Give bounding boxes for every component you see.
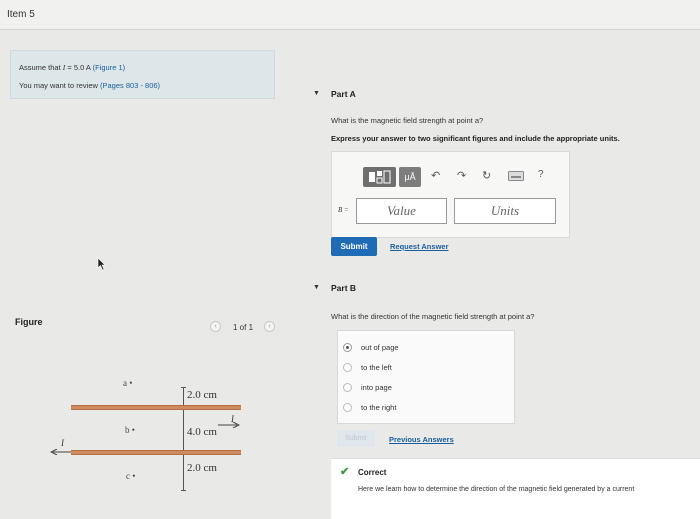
choice-to-the-left[interactable]: to the left [343,361,392,373]
next-figure-button[interactable]: › [264,321,275,332]
help-icon[interactable]: ? [538,169,544,180]
answer-input-panel: μÅ ↶ ↷ ↻ ? B = Value Units [331,151,570,238]
point-a-label: a • [123,378,133,388]
correct-label: Correct [358,468,387,477]
point-c-label: c • [126,471,136,481]
intro-line-1: Assume that I = 5.0 A (Figure 1) [19,63,125,72]
radio[interactable] [343,402,352,412]
feedback-panel: ✔ Correct Here we learn how to determine… [331,458,700,519]
checkmark-icon: ✔ [340,466,350,478]
intro-text: Assume that [19,63,63,72]
dimension-tick [181,387,186,388]
intro-box: Assume that I = 5.0 A (Figure 1) You may… [10,50,275,99]
b-variable-label: B = [338,206,349,214]
undo-icon[interactable]: ↶ [431,169,440,182]
pages-link[interactable]: (Pages 803 - 806) [100,81,160,90]
figure-pager: 1 of 1 [233,323,254,332]
redo-icon[interactable]: ↷ [457,169,466,182]
direction-choices: out of page to the left into page to the… [337,330,515,424]
part-b-submit-button[interactable]: Submit [337,430,375,447]
mouse-cursor-icon [97,257,106,271]
right-arrow-icon [218,422,240,428]
dimension-line [183,387,184,490]
radio-selected[interactable] [343,342,352,352]
item-title: Item 5 [7,9,35,20]
prev-figure-button[interactable]: ‹ [210,321,221,332]
keyboard-icon[interactable] [508,171,524,181]
request-answer-link[interactable]: Request Answer [390,242,449,251]
intro-line-2: You may want to review (Pages 803 - 806) [19,81,160,90]
part-b-collapse-icon[interactable]: ▼ [313,284,320,291]
previous-answers-link[interactable]: Previous Answers [389,435,454,444]
value-input[interactable]: Value [356,198,447,224]
radio[interactable] [343,362,352,372]
wire-diagram: a • b • c • 2.0 cm I 4.0 cm I 2.0 cm [40,370,270,491]
reset-icon[interactable]: ↻ [482,169,491,182]
part-a-submit-button[interactable]: Submit [331,237,377,256]
part-a-question: What is the magnetic field strength at p… [331,116,484,125]
units-tool-button[interactable]: μÅ [399,167,421,187]
choice-into-page[interactable]: into page [343,381,392,393]
dimension-tick [181,490,186,491]
feedback-text: Here we learn how to determine the direc… [358,486,635,493]
distance-label-1: 2.0 cm [187,389,217,401]
figure-label: Figure [15,317,43,327]
lower-wire [71,450,241,455]
point-b-label: b • [125,425,135,435]
part-b-title[interactable]: Part B [331,283,356,293]
template-icon [368,170,390,184]
upper-wire [71,405,241,410]
part-a-title[interactable]: Part A [331,89,356,99]
choice-to-the-right[interactable]: to the right [343,401,396,413]
choice-out-of-page[interactable]: out of page [343,341,399,353]
review-text: You may want to review [19,81,101,90]
intro-value: = 5.0 A [65,63,91,72]
figure-link[interactable]: (Figure 1) [93,63,126,72]
part-a-collapse-icon[interactable]: ▼ [313,90,320,97]
item-header: Item 5 [0,0,700,30]
template-tool-button[interactable] [363,167,396,187]
units-input[interactable]: Units [454,198,556,224]
distance-label-3: 2.0 cm [187,462,217,474]
radio[interactable] [343,382,352,392]
left-arrow-icon [50,449,72,455]
distance-label-2: 4.0 cm [187,426,217,438]
part-a-instruction: Express your answer to two significant f… [331,134,620,143]
lower-current-label: I [61,438,64,448]
part-b-question: What is the direction of the magnetic fi… [331,312,535,321]
